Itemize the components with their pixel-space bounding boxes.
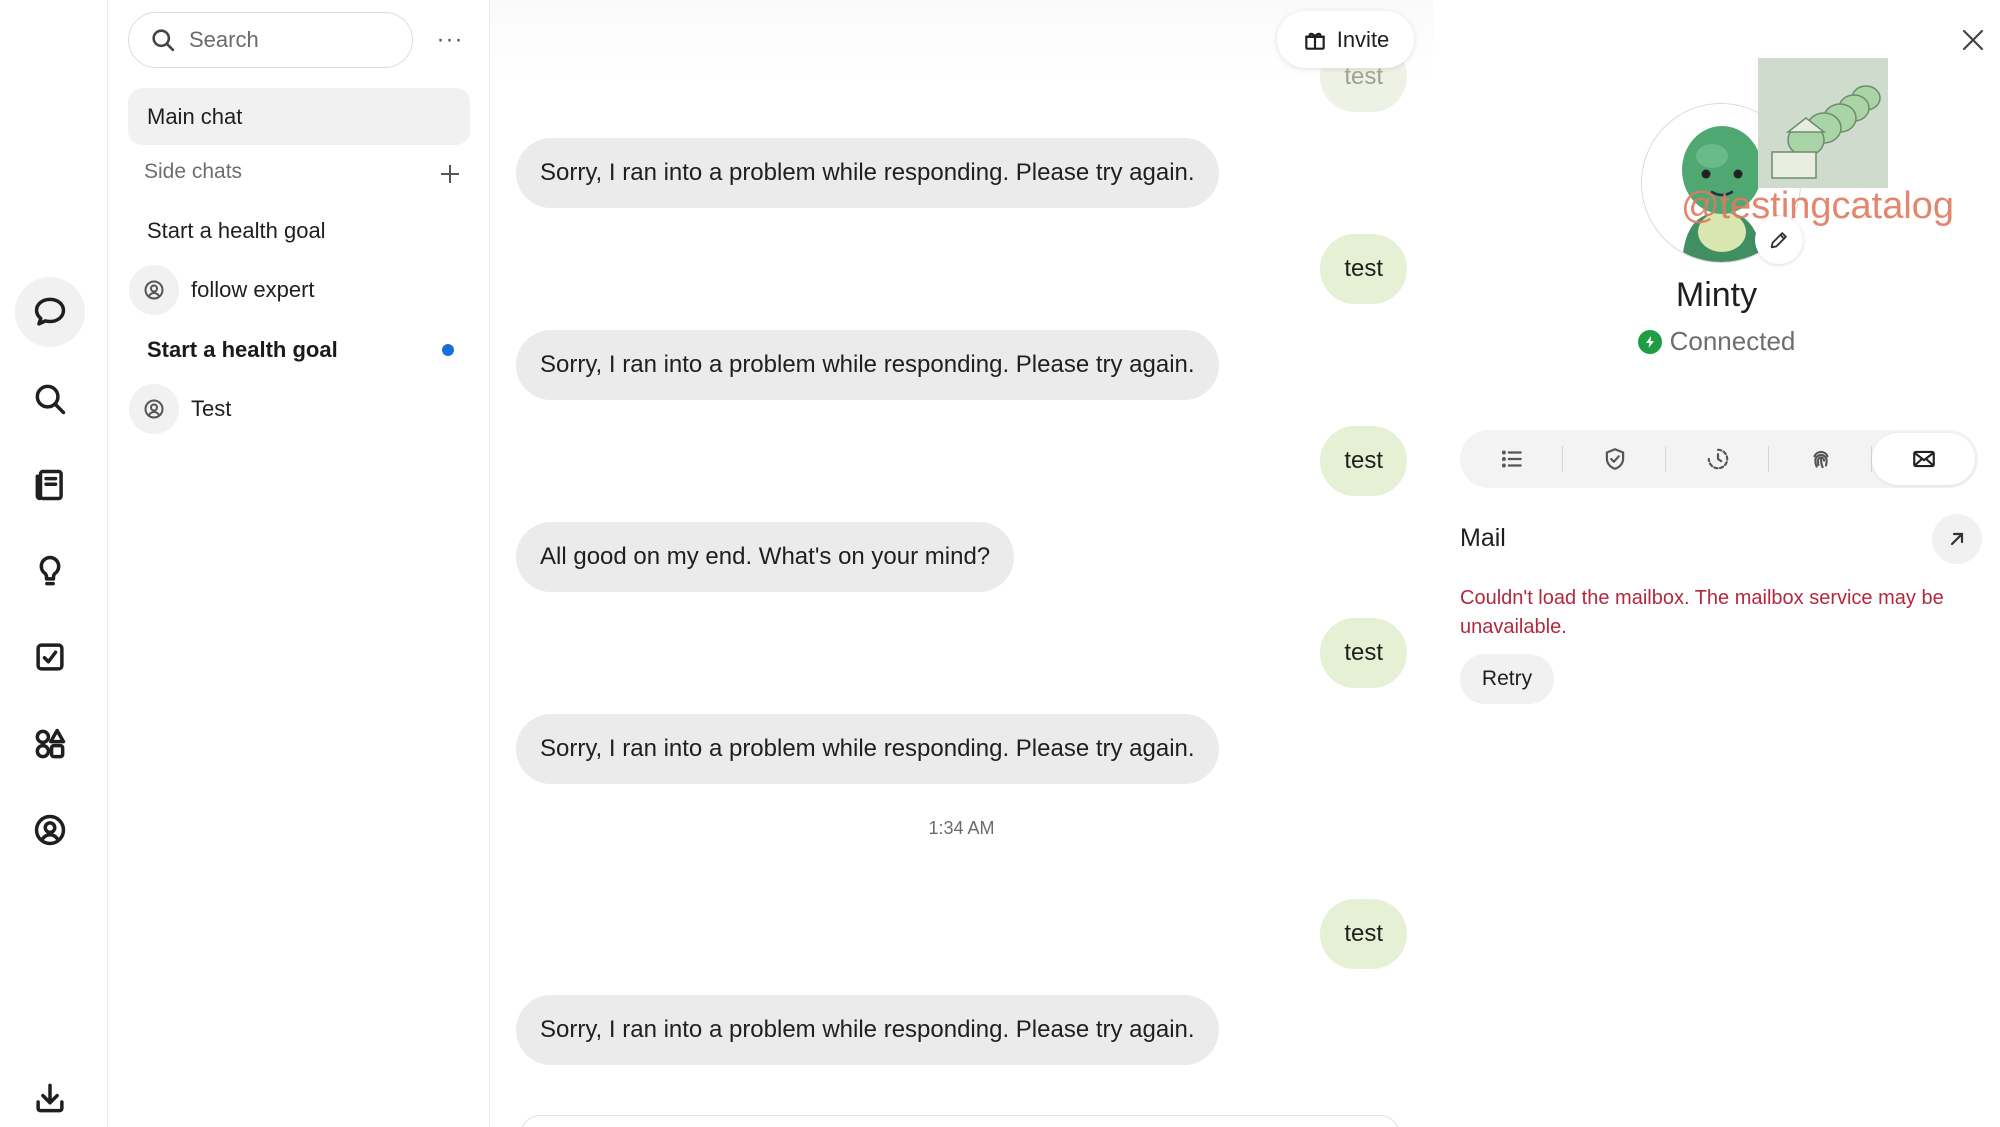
expert-avatar bbox=[129, 265, 179, 315]
message-text: Sorry, I ran into a problem while respon… bbox=[540, 1016, 1195, 1043]
download-nav-button[interactable] bbox=[15, 1063, 85, 1127]
close-panel-button[interactable] bbox=[1955, 22, 1991, 58]
bot-message: Sorry, I ran into a problem while respon… bbox=[516, 138, 1219, 208]
unread-indicator bbox=[442, 344, 454, 356]
open-mail-button[interactable] bbox=[1932, 514, 1982, 564]
profile-circle-icon bbox=[144, 399, 164, 419]
side-chat-label: Test bbox=[191, 396, 232, 421]
connection-status: Connected bbox=[1433, 326, 2000, 357]
profile-panel: @testingcatalog Minty Connected Mail Cou… bbox=[1433, 0, 2000, 1127]
message-text: test bbox=[1344, 920, 1383, 947]
main-chat-label: Main chat bbox=[147, 103, 243, 129]
retry-button[interactable]: Retry bbox=[1460, 654, 1554, 704]
user-message: test bbox=[1320, 899, 1407, 969]
invite-label: Invite bbox=[1336, 26, 1390, 52]
chat-thread: test Invite Sorry, I ran into a problem … bbox=[490, 0, 1433, 1127]
arrow-up-right-icon bbox=[1950, 532, 1964, 546]
side-chat-item[interactable]: Test bbox=[128, 382, 470, 436]
side-chat-label: follow expert bbox=[191, 277, 315, 302]
side-chat-item[interactable]: Start a health goal bbox=[128, 204, 470, 258]
mail-error-message: Couldn't load the mailbox. The mailbox s… bbox=[1460, 587, 1944, 638]
search-icon bbox=[35, 384, 66, 415]
profile-name: Minty bbox=[1675, 276, 1758, 314]
more-options-button[interactable]: ··· bbox=[430, 22, 470, 58]
list-icon bbox=[1501, 450, 1522, 468]
close-icon bbox=[1962, 29, 1984, 51]
message-text: test bbox=[1344, 255, 1383, 282]
bot-message: All good on my end. What's on your mind? bbox=[516, 522, 1015, 592]
invite-button[interactable]: Invite bbox=[1277, 11, 1414, 68]
download-icon bbox=[36, 1083, 64, 1113]
bot-message: Sorry, I ran into a problem while respon… bbox=[516, 995, 1219, 1065]
fingerprint-icon bbox=[1812, 450, 1829, 469]
turtle-group-image bbox=[1758, 58, 1888, 188]
tab-history[interactable] bbox=[1666, 433, 1769, 485]
dashed-clock-icon bbox=[1707, 448, 1728, 470]
watermark-text: @testingcatalog bbox=[1681, 185, 1955, 227]
status-text: Connected bbox=[1669, 326, 1796, 356]
experts-nav-button[interactable] bbox=[15, 795, 85, 865]
pencil-icon bbox=[1770, 232, 1787, 249]
expert-avatar bbox=[129, 384, 179, 434]
journal-nav-button[interactable] bbox=[15, 450, 85, 520]
message-text: test bbox=[1344, 639, 1383, 666]
plus-icon bbox=[441, 165, 459, 183]
app-rail bbox=[0, 0, 108, 1127]
mail-section-title: Mail bbox=[1460, 524, 1506, 552]
side-chat-label: Start a health goal bbox=[147, 218, 326, 243]
message-text: test bbox=[1344, 447, 1383, 474]
user-message: test bbox=[1320, 426, 1407, 496]
message-text: Sorry, I ran into a problem while respon… bbox=[540, 735, 1195, 762]
search-input[interactable] bbox=[189, 27, 389, 53]
shapes-icon bbox=[35, 728, 66, 759]
message-composer[interactable] bbox=[520, 1115, 1400, 1127]
bot-message: Sorry, I ran into a problem while respon… bbox=[516, 714, 1219, 784]
chat-sidebar: ··· Main chat Side chats Start a health … bbox=[108, 0, 490, 1127]
tab-list[interactable] bbox=[1460, 433, 1563, 485]
tab-mail[interactable] bbox=[1872, 433, 1975, 485]
search-icon bbox=[152, 29, 175, 52]
watermark-image bbox=[1758, 58, 1888, 188]
side-chat-item[interactable]: Start a health goal bbox=[128, 323, 470, 377]
message-text: All good on my end. What's on your mind? bbox=[540, 543, 991, 570]
mail-icon bbox=[1912, 450, 1935, 468]
side-chat-label: Start a health goal bbox=[147, 337, 338, 362]
message-text: Sorry, I ran into a problem while respon… bbox=[540, 351, 1195, 378]
apps-nav-button[interactable] bbox=[15, 709, 85, 779]
message-text: Sorry, I ran into a problem while respon… bbox=[540, 159, 1195, 186]
add-side-chat-button[interactable] bbox=[433, 157, 467, 191]
side-chats-heading: Side chats bbox=[144, 160, 243, 183]
user-message: test bbox=[1320, 618, 1407, 688]
chat-bubble-icon bbox=[34, 297, 66, 326]
retry-label: Retry bbox=[1481, 667, 1533, 690]
shield-check-icon bbox=[1605, 448, 1624, 470]
side-chat-item[interactable]: follow expert bbox=[128, 263, 470, 317]
bot-message: Sorry, I ran into a problem while respon… bbox=[516, 330, 1219, 400]
chats-nav-button[interactable] bbox=[15, 277, 85, 347]
lightbulb-icon bbox=[39, 555, 61, 586]
panel-tabs bbox=[1460, 430, 1978, 488]
profile-circle-icon bbox=[144, 280, 164, 300]
user-message: test bbox=[1320, 234, 1407, 304]
lightning-icon bbox=[1637, 329, 1662, 354]
profile-circle-icon bbox=[34, 814, 66, 846]
search-box[interactable] bbox=[128, 12, 413, 68]
tasks-nav-button[interactable] bbox=[15, 622, 85, 692]
message-timestamp: 1:34 AM bbox=[928, 818, 995, 838]
edit-avatar-button[interactable] bbox=[1755, 216, 1803, 264]
main-chat-item[interactable]: Main chat bbox=[128, 88, 470, 145]
tab-privacy[interactable] bbox=[1563, 433, 1666, 485]
gift-icon bbox=[1304, 32, 1325, 50]
search-nav-button[interactable] bbox=[15, 364, 85, 434]
journal-icon bbox=[35, 469, 63, 501]
checkbox-icon bbox=[36, 643, 64, 671]
tab-identity[interactable] bbox=[1769, 433, 1872, 485]
ideas-nav-button[interactable] bbox=[15, 536, 85, 606]
